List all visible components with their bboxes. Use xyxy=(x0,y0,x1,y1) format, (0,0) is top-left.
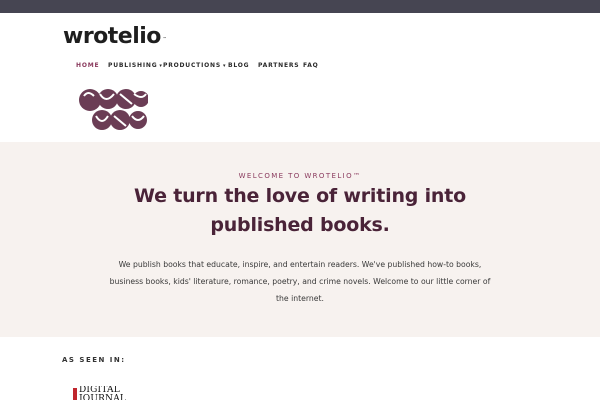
chevron-down-icon: ▾ xyxy=(222,63,227,69)
nav-item-productions[interactable]: PRODUCTIONS ▾ xyxy=(163,61,226,71)
hero-headline: We turn the love of writing into publish… xyxy=(134,185,466,236)
site-logo[interactable]: wrotelio ™ xyxy=(63,24,167,50)
nav-item-label: PUBLISHING xyxy=(108,62,158,69)
logo-text: wrotelio xyxy=(63,24,161,49)
as-seen-in-heading: AS SEEN IN: xyxy=(62,356,126,364)
digital-journal-logo[interactable]: DIGITAL JOURNAL xyxy=(73,386,133,400)
hero-eyebrow: WELCOME TO WROTELIO™ xyxy=(238,172,362,180)
top-bar xyxy=(0,0,600,13)
hero-intro: We publish books that educate, inspire, … xyxy=(109,260,491,303)
nav-item-label: HOME xyxy=(76,62,100,69)
nav-item-label: FAQ xyxy=(303,62,319,69)
nav-item-publishing[interactable]: PUBLISHING ▾ xyxy=(108,61,163,71)
logo-trademark: ™ xyxy=(162,36,167,41)
nav-item-partners[interactable]: PARTNERS xyxy=(258,61,299,71)
logo-accent-bar xyxy=(73,388,77,400)
nav-item-label: PRODUCTIONS xyxy=(163,62,221,69)
decorative-badge-image xyxy=(79,89,148,130)
digital-journal-wordmark: DIGITAL JOURNAL xyxy=(79,386,127,400)
nav-item-blog[interactable]: BLOG xyxy=(228,61,249,71)
nav-item-home[interactable]: HOME xyxy=(76,61,99,71)
nav-item-label: BLOG xyxy=(228,62,250,69)
nav-item-faq[interactable]: FAQ xyxy=(303,61,319,71)
nav-item-label: PARTNERS xyxy=(258,62,300,69)
